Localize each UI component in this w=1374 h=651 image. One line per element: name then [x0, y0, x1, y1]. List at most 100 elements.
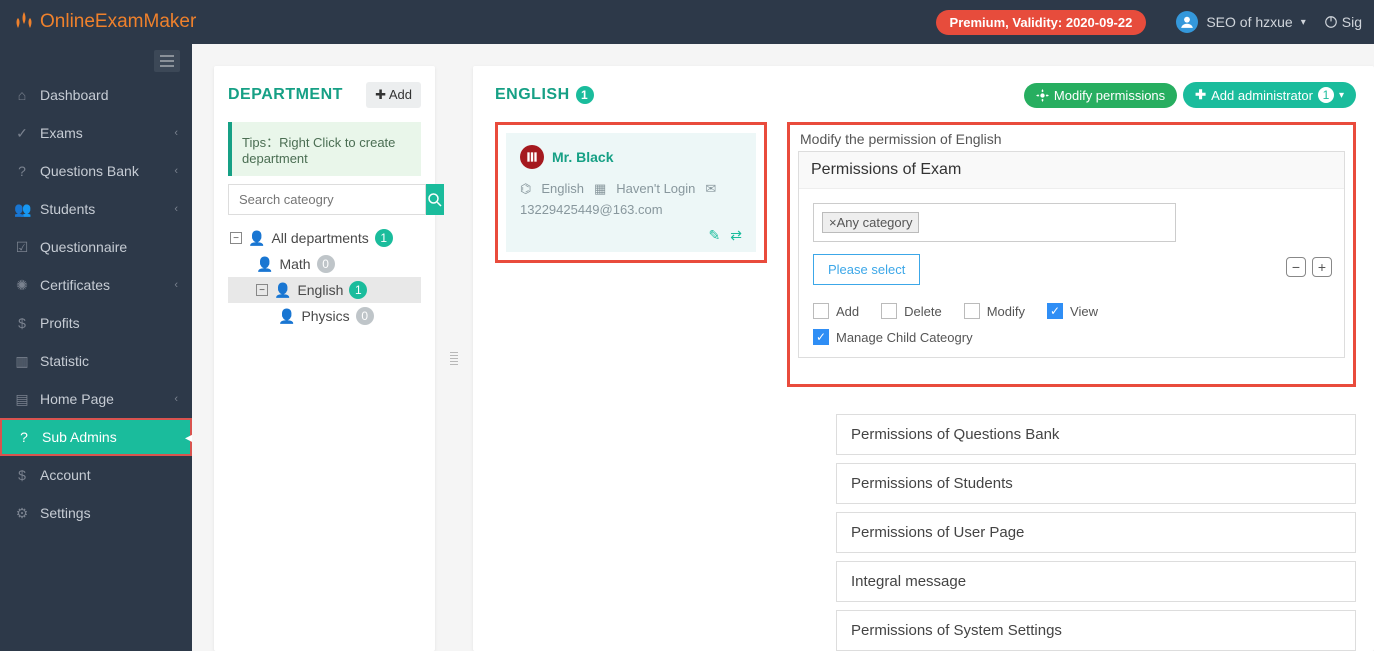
checkbox-icon	[964, 303, 980, 319]
count-badge: 1	[576, 86, 594, 104]
tree-item-physics[interactable]: 👤 Physics 0	[228, 303, 421, 329]
admin-card[interactable]: Mr. Black ⌬ English ▦ Haven't Login ✉ 13…	[495, 122, 767, 263]
check-label: Delete	[904, 304, 942, 319]
admin-email: 13229425449@163.com	[520, 200, 663, 221]
brand-text: OnlineExamMaker	[40, 11, 196, 33]
edit-icon[interactable]: ✎	[709, 227, 721, 244]
permission-accordion: Permissions of Questions Bank Permission…	[814, 414, 1374, 651]
count-badge: 1	[349, 281, 367, 299]
chart-icon: ▥	[14, 353, 30, 370]
checkbox-icon: ✓	[813, 329, 829, 345]
tip-box: Tips：Right Click to create department	[228, 122, 421, 176]
form-icon: ☑	[14, 239, 30, 256]
panel-title: ENGLISH 1	[495, 86, 594, 104]
permission-section-head[interactable]: Permissions of Exam	[799, 152, 1344, 188]
chevron-left-icon: ‹	[174, 203, 178, 215]
sidebar: ⌂Dashboard ✓Exams‹ ?Questions Bank‹ 👥Stu…	[0, 44, 192, 651]
check-manage-child[interactable]: ✓ Manage Child Cateogry	[813, 329, 973, 345]
person-icon: 👤	[248, 230, 265, 247]
department-panel: DEPARTMENT ✚ Add Tips：Right Click to cre…	[214, 66, 435, 651]
check-modify[interactable]: Modify	[964, 303, 1025, 319]
gear-icon	[1036, 89, 1049, 102]
perm-item-user-page[interactable]: Permissions of User Page	[836, 512, 1356, 553]
tree-label: Math	[279, 256, 310, 272]
admin-avatar-icon	[520, 145, 544, 169]
collapse-icon[interactable]: −	[230, 232, 242, 244]
avatar-icon	[1176, 11, 1198, 33]
signout-link[interactable]: Sig	[1324, 14, 1362, 30]
sidebar-item-label: Statistic	[40, 353, 89, 369]
permission-editor: Modify the permission of English Permiss…	[787, 122, 1356, 387]
mail-icon: ✉	[705, 179, 716, 200]
admin-name: Mr. Black	[552, 149, 613, 165]
checkbox-icon: ✓	[1047, 303, 1063, 319]
sidebar-item-exams[interactable]: ✓Exams‹	[0, 114, 192, 152]
search-input[interactable]	[228, 184, 426, 215]
checkbox-icon	[813, 303, 829, 319]
plus-icon: ✚	[1195, 87, 1206, 103]
active-marker-icon: ◂	[185, 429, 192, 446]
category-tag[interactable]: ×Any category	[822, 212, 919, 233]
sidebar-item-homepage[interactable]: ▤Home Page‹	[0, 380, 192, 418]
sidebar-item-label: Questions Bank	[40, 163, 139, 179]
sidebar-item-label: Home Page	[40, 391, 114, 407]
add-department-button[interactable]: ✚ Add	[366, 82, 421, 108]
brand-logo[interactable]: OnlineExamMaker	[12, 10, 196, 34]
perm-item-students[interactable]: Permissions of Students	[836, 463, 1356, 504]
count-badge: 1	[1318, 87, 1334, 103]
dollar-icon: $	[14, 315, 30, 331]
dollar-icon: $	[14, 467, 30, 483]
add-administrator-button[interactable]: ✚ Add administrator 1 ▾	[1183, 82, 1356, 108]
sidebar-item-settings[interactable]: ⚙Settings	[0, 494, 192, 532]
hamburger-icon	[154, 50, 180, 72]
tag-label: Any category	[837, 215, 913, 230]
check-label: Manage Child Cateogry	[836, 330, 973, 345]
collapse-all-button[interactable]: −	[1286, 257, 1306, 277]
check-label: Add	[836, 304, 859, 319]
sidebar-item-students[interactable]: 👥Students‹	[0, 190, 192, 228]
tree-item-english[interactable]: − 👤 English 1	[228, 277, 421, 303]
sidebar-item-label: Sub Admins	[42, 429, 117, 445]
tree-label: All departments	[271, 230, 368, 246]
chevron-down-icon: ▾	[1339, 90, 1344, 101]
check-add[interactable]: Add	[813, 303, 859, 319]
user-menu[interactable]: SEO of hzxue ▾	[1176, 11, 1305, 33]
sidebar-item-dashboard[interactable]: ⌂Dashboard	[0, 76, 192, 114]
panel-title-text: ENGLISH	[495, 86, 570, 104]
transfer-icon[interactable]: ⇄	[730, 227, 742, 244]
sidebar-item-certificates[interactable]: ✺Certificates‹	[0, 266, 192, 304]
badge-icon: ✺	[14, 277, 30, 294]
admin-login: Haven't Login	[616, 179, 695, 200]
perm-item-integral[interactable]: Integral message	[836, 561, 1356, 602]
premium-badge[interactable]: Premium, Validity: 2020-09-22	[936, 10, 1147, 35]
sidebar-item-label: Profits	[40, 315, 80, 331]
resize-handle[interactable]	[449, 66, 459, 651]
chevron-left-icon: ‹	[174, 279, 178, 291]
please-select-button[interactable]: Please select	[813, 254, 920, 285]
tree-root[interactable]: − 👤 All departments 1	[228, 225, 421, 251]
expand-all-button[interactable]: +	[1312, 257, 1332, 277]
perm-item-system-settings[interactable]: Permissions of System Settings	[836, 610, 1356, 651]
sidebar-toggle[interactable]	[0, 44, 192, 76]
sidebar-item-questionnaire[interactable]: ☑Questionnaire	[0, 228, 192, 266]
category-tag-input[interactable]: ×Any category	[813, 203, 1176, 242]
right-panel: ENGLISH 1 Modify permissions ✚ Add admin…	[473, 66, 1374, 651]
check-view[interactable]: ✓View	[1047, 303, 1098, 319]
sidebar-item-account[interactable]: $Account	[0, 456, 192, 494]
logo-icon	[12, 10, 36, 34]
sidebar-item-profits[interactable]: $ Profits	[0, 304, 192, 342]
sidebar-item-label: Dashboard	[40, 87, 109, 103]
check-delete[interactable]: Delete	[881, 303, 942, 319]
checkbox-icon	[881, 303, 897, 319]
search-icon	[426, 191, 444, 209]
perm-item-questions-bank[interactable]: Permissions of Questions Bank	[836, 414, 1356, 455]
sidebar-item-label: Settings	[40, 505, 91, 521]
person-icon: 👤	[256, 256, 273, 273]
collapse-icon[interactable]: −	[256, 284, 268, 296]
sidebar-item-questions[interactable]: ?Questions Bank‹	[0, 152, 192, 190]
sidebar-item-statistic[interactable]: ▥ Statistic	[0, 342, 192, 380]
sidebar-item-subadmins[interactable]: ?Sub Admins◂	[0, 418, 192, 456]
modify-permissions-button[interactable]: Modify permissions	[1024, 83, 1177, 108]
search-button[interactable]	[426, 184, 444, 215]
tree-item-math[interactable]: 👤 Math 0	[228, 251, 421, 277]
